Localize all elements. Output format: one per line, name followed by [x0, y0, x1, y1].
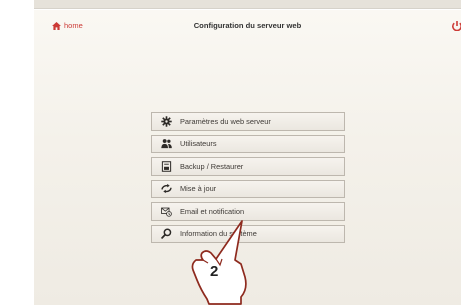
menu-item-web-server-settings[interactable]: Paramètres du web serveur [151, 112, 345, 131]
search-icon [160, 228, 171, 240]
backup-icon [161, 160, 171, 172]
update-icon [160, 184, 172, 194]
menu-item-email-notification[interactable]: Email et notification [151, 202, 345, 221]
top-bar [34, 0, 461, 9]
menu-item-users[interactable]: Utilisateurs [151, 134, 345, 153]
screen-background: home Configuration du serveur web Paramè… [0, 0, 461, 305]
power-button[interactable] [451, 19, 461, 31]
menu-item-label: Email et notification [180, 206, 245, 216]
menu-item-label: Mise à jour [180, 184, 217, 194]
menu-item-update[interactable]: Mise à jour [151, 179, 345, 198]
users-icon [160, 139, 172, 149]
menu-item-label: Backup / Restaurer [180, 161, 244, 171]
page-title: Configuration du serveur web [193, 21, 302, 30]
gear-icon [160, 116, 172, 127]
menu-item-label: Paramètres du web serveur [180, 116, 271, 126]
header: home Configuration du serveur web [34, 10, 461, 38]
email-icon [160, 207, 172, 217]
power-icon [452, 21, 461, 31]
menu-item-label: Utilisateurs [180, 139, 217, 149]
menu-item-backup-restore[interactable]: Backup / Restaurer [151, 157, 345, 176]
pointing-hand-icon: 2 [191, 220, 247, 305]
step-number: 2 [210, 263, 218, 280]
